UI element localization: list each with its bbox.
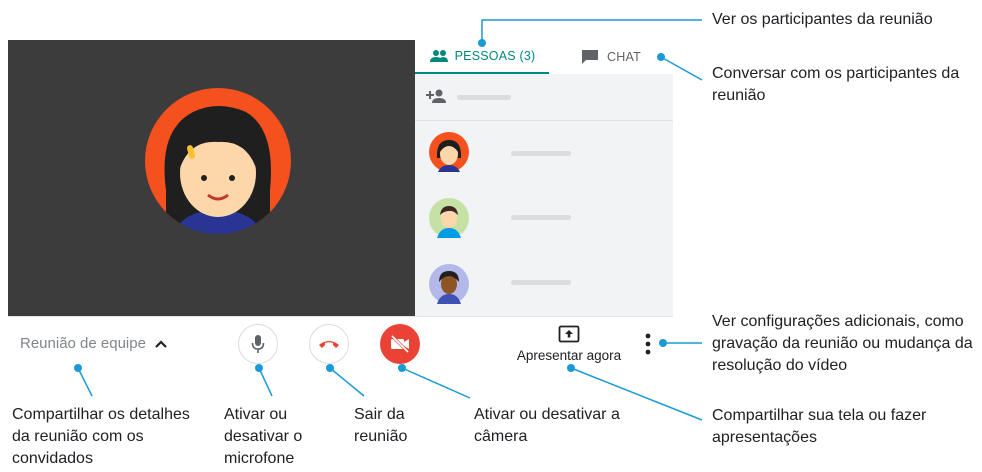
annotation-details: Compartilhar os detalhes da reunião com … <box>12 406 190 467</box>
annotation-leave: Sair da reunião <box>354 406 408 445</box>
annotation-participants: Ver os participantes da reunião <box>712 11 933 28</box>
annotation-settings: Ver configurações adicionais, como grava… <box>712 313 973 374</box>
annotation-chat: Conversar com os participantes da reuniã… <box>712 65 960 104</box>
annotation-mic: Ativar ou desativar o microfone <box>224 406 303 467</box>
annotation-present: Compartilhar sua tela ou fazer apresenta… <box>712 407 927 446</box>
annotation-camera: Ativar ou desativar a câmera <box>474 406 620 445</box>
